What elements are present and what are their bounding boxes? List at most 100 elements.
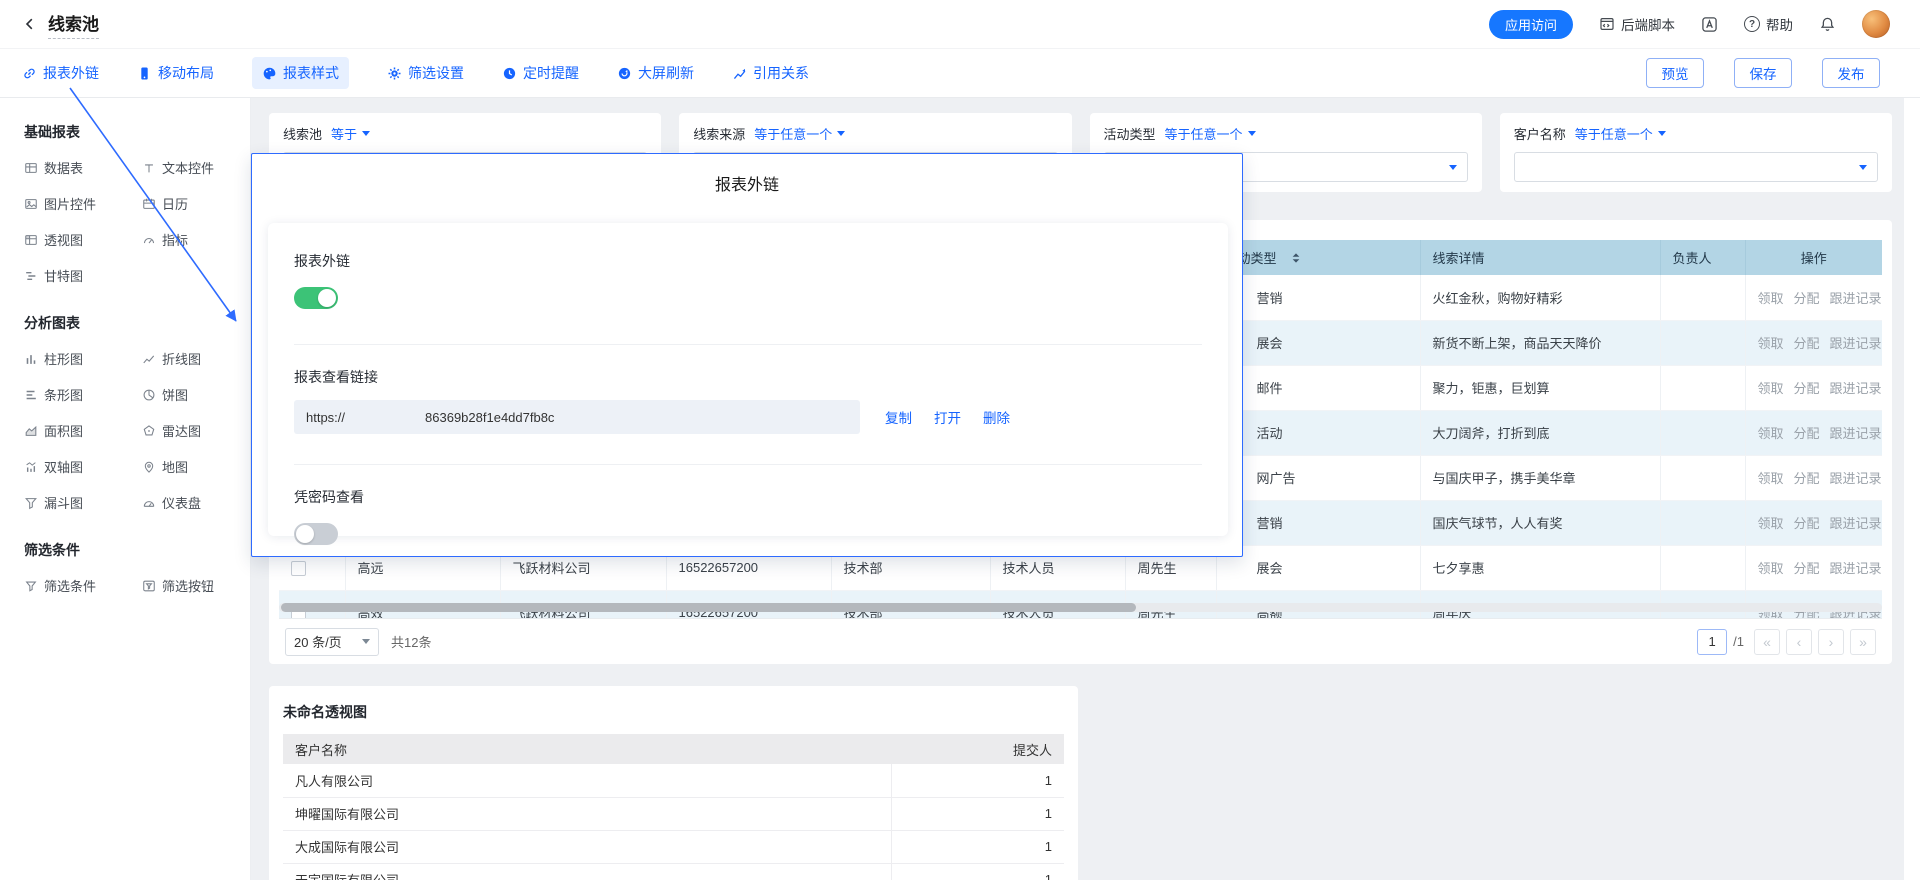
filter-operator[interactable]: 等于任意一个 xyxy=(1575,124,1666,143)
chevron-down-icon xyxy=(1859,165,1867,170)
pivot-table: 客户名称 提交人 凡人有限公司1 坤曜国际有限公司1 大成国际有限公司1 天宇国… xyxy=(283,734,1064,880)
widget-map[interactable]: 地图 xyxy=(142,457,250,476)
gear-icon xyxy=(387,66,402,81)
claim-link[interactable]: 领取 xyxy=(1758,336,1784,351)
external-link-label: 报表外链 xyxy=(294,251,1202,271)
assign-link[interactable]: 分配 xyxy=(1794,426,1820,441)
indicator-icon xyxy=(142,233,156,247)
widget-calendar[interactable]: 日历 xyxy=(142,194,250,213)
widget-image[interactable]: 图片控件 xyxy=(24,194,142,213)
widget-line-chart[interactable]: 折线图 xyxy=(142,349,250,368)
section-title-charts: 分析图表 xyxy=(24,313,250,333)
tab-screen-refresh[interactable]: 大屏刷新 xyxy=(617,63,694,83)
topbar: 线索池 应用访问 后端脚本 ? 帮助 xyxy=(0,0,1920,49)
claim-link[interactable]: 领取 xyxy=(1758,561,1784,576)
claim-link[interactable]: 领取 xyxy=(1758,516,1784,531)
chevron-down-icon xyxy=(362,639,370,644)
column-chart-icon xyxy=(24,352,38,366)
filter-operator[interactable]: 等于 xyxy=(331,124,370,143)
tab-reference-relations[interactable]: 引用关系 xyxy=(732,63,809,83)
claim-link[interactable]: 领取 xyxy=(1758,381,1784,396)
publish-button[interactable]: 发布 xyxy=(1822,58,1880,88)
claim-link[interactable]: 领取 xyxy=(1758,471,1784,486)
sort-icon[interactable] xyxy=(1291,252,1301,264)
filter-operator[interactable]: 等于任意一个 xyxy=(1165,124,1256,143)
notification-bell-icon[interactable] xyxy=(1819,16,1836,33)
widget-gauge[interactable]: 仪表盘 xyxy=(142,493,250,512)
widget-pivot[interactable]: 透视图 xyxy=(24,230,142,249)
help-button[interactable]: ? 帮助 xyxy=(1744,14,1793,34)
page-input[interactable]: 1 xyxy=(1697,629,1727,655)
tab-filter-settings[interactable]: 筛选设置 xyxy=(387,63,464,83)
widget-funnel-chart[interactable]: 漏斗图 xyxy=(24,493,142,512)
last-page-button[interactable]: » xyxy=(1850,629,1876,655)
total-count: 共12条 xyxy=(391,632,431,651)
assign-link[interactable]: 分配 xyxy=(1794,471,1820,486)
tab-report-style[interactable]: 报表样式 xyxy=(252,57,349,89)
external-link-toggle[interactable] xyxy=(294,287,338,309)
assign-link[interactable]: 分配 xyxy=(1794,291,1820,306)
header-owner: 负责人 xyxy=(1660,240,1745,275)
followup-link[interactable]: 跟进记录 xyxy=(1830,426,1882,441)
delete-link-button[interactable]: 删除 xyxy=(983,407,1010,427)
avatar[interactable] xyxy=(1862,10,1890,38)
assign-link[interactable]: 分配 xyxy=(1794,381,1820,396)
trend-arrow-icon xyxy=(732,66,747,81)
claim-link[interactable]: 领取 xyxy=(1758,426,1784,441)
filter-operator[interactable]: 等于任意一个 xyxy=(754,124,845,143)
page-title[interactable]: 线索池 xyxy=(48,10,99,39)
pivot-header-row: 客户名称 提交人 xyxy=(283,734,1064,764)
widget-bar-chart[interactable]: 条形图 xyxy=(24,385,142,404)
report-url-field[interactable]: https:// 86369b28f1e4dd7fb8c xyxy=(294,400,860,434)
widget-column-chart[interactable]: 柱形图 xyxy=(24,349,142,368)
translate-icon[interactable] xyxy=(1701,16,1718,33)
password-view-toggle[interactable] xyxy=(294,523,338,545)
widget-data-table[interactable]: 数据表 xyxy=(24,158,142,177)
modal-panel: 报表外链 报表查看链接 https:// 86369b28f1e4dd7fb8c… xyxy=(268,223,1228,536)
tab-report-link[interactable]: 报表外链 xyxy=(22,63,99,83)
first-page-button[interactable]: « xyxy=(1754,629,1780,655)
back-button[interactable] xyxy=(22,16,38,32)
open-link-button[interactable]: 打开 xyxy=(934,407,961,427)
widget-area-chart[interactable]: 面积图 xyxy=(24,421,142,440)
widget-filter-condition[interactable]: 筛选条件 xyxy=(24,576,142,595)
next-page-button[interactable]: › xyxy=(1818,629,1844,655)
widget-radar-chart[interactable]: 雷达图 xyxy=(142,421,250,440)
assign-link[interactable]: 分配 xyxy=(1794,516,1820,531)
assign-link[interactable]: 分配 xyxy=(1794,336,1820,351)
followup-link[interactable]: 跟进记录 xyxy=(1830,381,1882,396)
widget-indicator[interactable]: 指标 xyxy=(142,230,250,249)
widget-text[interactable]: 文本控件 xyxy=(142,158,250,177)
widget-filter-button[interactable]: 筛选按钮 xyxy=(142,576,250,595)
save-button[interactable]: 保存 xyxy=(1734,58,1792,88)
followup-link[interactable]: 跟进记录 xyxy=(1830,336,1882,351)
link-icon xyxy=(22,66,37,81)
filter-field-label: 线索池 xyxy=(283,124,322,143)
followup-link[interactable]: 跟进记录 xyxy=(1830,561,1882,576)
row-checkbox[interactable] xyxy=(291,561,306,576)
widget-gantt[interactable]: 甘特图 xyxy=(24,266,142,285)
funnel-chart-icon xyxy=(24,496,38,510)
copy-link-button[interactable]: 复制 xyxy=(885,407,912,427)
followup-link[interactable]: 跟进记录 xyxy=(1830,291,1882,306)
filter-select[interactable] xyxy=(1514,152,1878,182)
followup-link[interactable]: 跟进记录 xyxy=(1830,471,1882,486)
scrollbar-thumb[interactable] xyxy=(281,603,1136,612)
assign-link[interactable]: 分配 xyxy=(1794,561,1820,576)
mobile-icon xyxy=(137,66,152,81)
followup-link[interactable]: 跟进记录 xyxy=(1830,516,1882,531)
tab-scheduled-reminder[interactable]: 定时提醒 xyxy=(502,63,579,83)
prev-page-button[interactable]: ‹ xyxy=(1786,629,1812,655)
page-size-select[interactable]: 20 条/页 xyxy=(285,628,379,656)
filter-field-label: 活动类型 xyxy=(1104,124,1156,143)
tab-mobile-layout[interactable]: 移动布局 xyxy=(137,63,214,83)
preview-button[interactable]: 预览 xyxy=(1646,58,1704,88)
app-access-button[interactable]: 应用访问 xyxy=(1489,10,1573,39)
url-code: 86369b28f1e4dd7fb8c xyxy=(425,410,554,425)
pivot-row: 凡人有限公司1 xyxy=(283,764,1064,797)
horizontal-scrollbar[interactable] xyxy=(279,603,1882,612)
widget-pie-chart[interactable]: 饼图 xyxy=(142,385,250,404)
claim-link[interactable]: 领取 xyxy=(1758,291,1784,306)
backend-script-button[interactable]: 后端脚本 xyxy=(1599,14,1675,34)
widget-dual-axis-chart[interactable]: 双轴图 xyxy=(24,457,142,476)
